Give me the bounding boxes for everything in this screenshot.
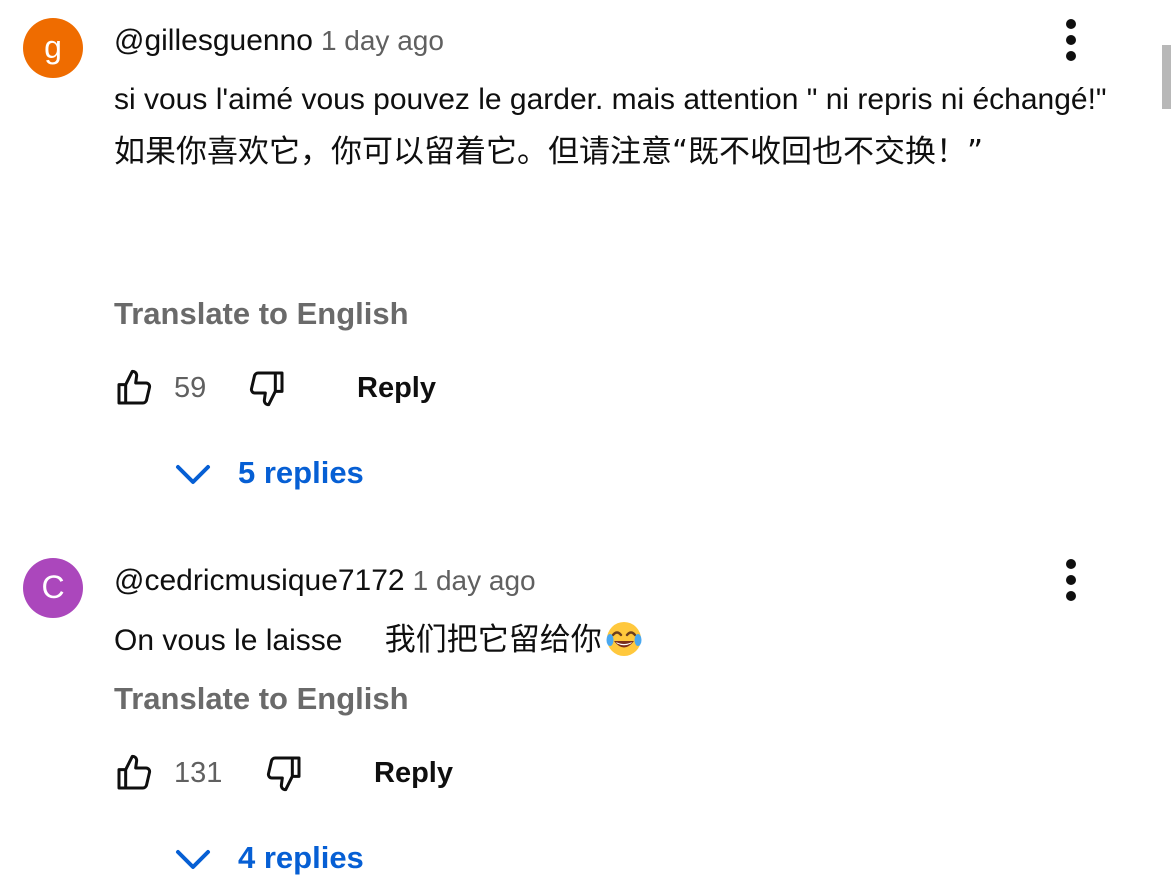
like-count: 131 <box>174 757 223 789</box>
author-name[interactable]: @cedricmusique7172 <box>114 564 405 597</box>
avatar-letter: C <box>41 569 65 605</box>
reply-button[interactable]: Reply <box>357 372 436 405</box>
comment-actions: 59 Reply <box>114 368 714 414</box>
thumb-up-icon[interactable] <box>114 753 154 793</box>
thumb-down-icon[interactable] <box>264 753 304 793</box>
like-count: 59 <box>174 372 207 404</box>
timestamp[interactable]: 1 day ago <box>413 565 536 596</box>
more-vert-icon <box>1066 19 1076 61</box>
replies-count-label: 5 replies <box>238 455 364 490</box>
more-vert-icon <box>1066 559 1076 601</box>
view-replies-button[interactable]: 5 replies <box>174 455 574 499</box>
thumb-down-icon[interactable] <box>247 368 287 408</box>
avatar-letter: g <box>44 29 62 65</box>
chevron-down-icon <box>176 850 210 869</box>
avatar[interactable]: g <box>23 18 83 78</box>
more-options-button[interactable] <box>1056 18 1086 62</box>
comment-text: On vous le laisse 我们把它留给你 <box>114 615 1124 666</box>
translate-button[interactable]: Translate to English <box>114 681 409 717</box>
author-name[interactable]: @gillesguenno <box>114 24 313 57</box>
view-replies-button[interactable]: 4 replies <box>174 840 574 884</box>
scrollbar[interactable] <box>1162 45 1171 109</box>
thumb-up-icon[interactable] <box>114 368 154 408</box>
avatar[interactable]: C <box>23 558 83 618</box>
chevron-down-icon <box>176 465 210 484</box>
comments-page: g @gillesguenno 1 day ago si vous l'aimé … <box>0 0 1171 884</box>
comment-text-chinese: 我们把它留给你 <box>384 622 602 658</box>
comment-text: si vous l'aimé vous pouvez le garder. ma… <box>114 75 1124 177</box>
more-options-button[interactable] <box>1056 558 1086 602</box>
comment-header: @gillesguenno 1 day ago <box>114 24 444 58</box>
comment-header: @cedricmusique7172 1 day ago <box>114 564 536 598</box>
replies-count-label: 4 replies <box>238 840 364 875</box>
translate-button[interactable]: Translate to English <box>114 296 409 332</box>
comment-text-original: On vous le laisse <box>114 624 343 657</box>
reply-button[interactable]: Reply <box>374 757 453 790</box>
comment-text-original: si vous l'aimé vous pouvez le garder. ma… <box>114 83 1107 116</box>
laughing-emoji-icon <box>606 622 642 656</box>
comment-actions: 131 Reply <box>114 753 714 799</box>
comment-text-chinese: 如果你喜欢它，你可以留着它。但请注意“既不收回也不交换！” <box>114 134 984 170</box>
timestamp[interactable]: 1 day ago <box>321 25 444 56</box>
